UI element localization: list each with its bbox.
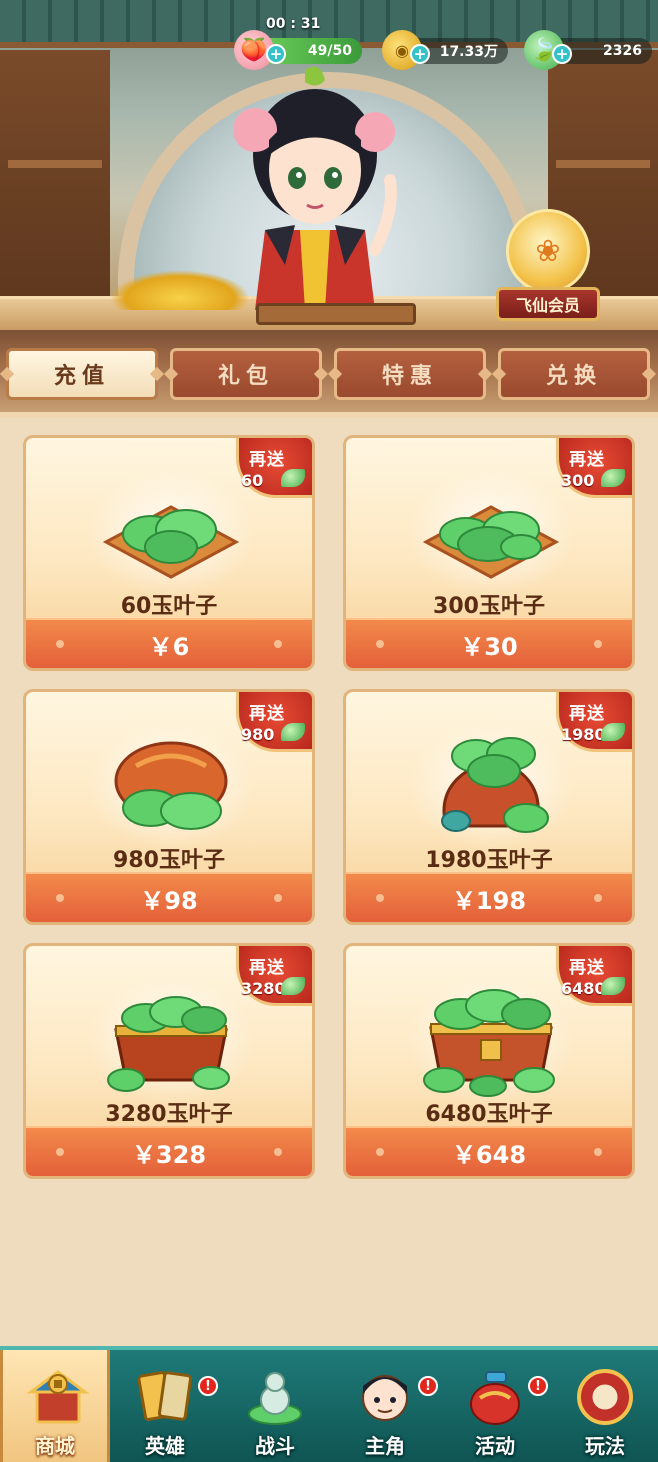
- bonus-badge: 再送 980: [236, 692, 312, 752]
- tab-special-offer[interactable]: 特惠: [334, 348, 486, 400]
- stamina-value: 49/50: [307, 43, 352, 59]
- vip-label: 飞仙会员: [496, 287, 600, 321]
- nav-item-heroes[interactable]: ! 英雄: [110, 1350, 220, 1462]
- price-button[interactable]: ￥648: [346, 1126, 632, 1176]
- notification-badge: !: [528, 1376, 548, 1396]
- leaf-bag-icon: [114, 741, 228, 830]
- shop-hero-scene: 00 : 31 49/50 🍑 + 17.33万 ◉ + 2326 🍃 + ❀ …: [0, 0, 658, 330]
- tab-gift-pack[interactable]: 礼包: [170, 348, 322, 400]
- leaf-sack-icon: [441, 737, 549, 833]
- add-coins-button[interactable]: +: [410, 44, 430, 64]
- nav-label: 活动: [475, 1434, 515, 1458]
- leaf-chest-large-icon: [423, 989, 555, 1097]
- product-name: 980玉叶子: [113, 848, 225, 873]
- jade-leaf-icon: [601, 469, 625, 487]
- price-button[interactable]: ￥328: [26, 1126, 312, 1176]
- tab-recharge[interactable]: 充值: [6, 348, 158, 400]
- product-name: 1980玉叶子: [425, 848, 553, 873]
- jade-leaf-icon: [281, 469, 305, 487]
- product-card[interactable]: 再送 6480 6480玉叶子 ￥648: [343, 943, 635, 1179]
- product-name: 6480玉叶子: [425, 1102, 553, 1127]
- nav-item-shop[interactable]: 商城: [0, 1350, 110, 1462]
- shopkeeper-character: [233, 66, 397, 310]
- add-jade-leaf-button[interactable]: +: [552, 44, 572, 64]
- nav-item-battle[interactable]: 战斗: [220, 1350, 330, 1462]
- product-name: 60玉叶子: [120, 594, 218, 619]
- jade-leaf-icon: [601, 977, 625, 995]
- product-card[interactable]: 再送 980 980玉叶子 ￥98: [23, 689, 315, 925]
- hero-cards-icon: [137, 1371, 193, 1421]
- bonus-badge: 再送 1980: [556, 692, 632, 752]
- nav-item-gameplay[interactable]: 玩法: [550, 1350, 658, 1462]
- product-card[interactable]: 再送 300 300玉叶子 ￥30: [343, 435, 635, 671]
- notification-badge: !: [198, 1376, 218, 1396]
- shop-tab-bar: 充值 礼包 特惠 兑换: [0, 330, 658, 418]
- product-name: 300玉叶子: [433, 594, 545, 619]
- jade-leaf-icon: [281, 723, 305, 741]
- product-name: 3280玉叶子: [105, 1102, 233, 1127]
- protagonist-icon: [362, 1375, 408, 1421]
- event-jar-icon: [470, 1371, 520, 1425]
- bonus-badge: 再送 300: [556, 438, 632, 498]
- bottom-navigation: 商城 ! 英雄 战斗 ! 主角 ! 活动 玩法: [0, 1346, 658, 1462]
- nav-item-events[interactable]: ! 活动: [440, 1350, 550, 1462]
- add-stamina-button[interactable]: +: [266, 44, 286, 64]
- notification-badge: !: [418, 1376, 438, 1396]
- leaf-plate-icon: [422, 505, 560, 579]
- bonus-badge: 再送 60: [236, 438, 312, 498]
- drum-icon: [577, 1369, 633, 1425]
- tab-exchange[interactable]: 兑换: [498, 348, 650, 400]
- nav-label: 英雄: [145, 1434, 185, 1458]
- bonus-badge: 再送 6480: [556, 946, 632, 1006]
- jade-leaf-icon: [601, 723, 625, 741]
- leaf-plate-icon: [102, 505, 240, 579]
- left-shelf: [0, 50, 110, 320]
- vip-membership-button[interactable]: ❀ 飞仙会员: [492, 205, 604, 323]
- price-button[interactable]: ￥98: [26, 872, 312, 922]
- coin-value: 17.33万: [439, 44, 498, 60]
- nav-label: 战斗: [255, 1434, 295, 1458]
- nav-item-protagonist[interactable]: ! 主角: [330, 1350, 440, 1462]
- product-card[interactable]: 再送 3280 3280玉叶子 ￥328: [23, 943, 315, 1179]
- jade-leaf-icon: [281, 977, 305, 995]
- nav-label: 玩法: [585, 1434, 625, 1458]
- stamina-timer: 00 : 31: [266, 16, 321, 32]
- abacus-tray: [256, 303, 416, 325]
- vip-emblem-icon: ❀: [506, 209, 590, 293]
- nav-label: 商城: [35, 1434, 75, 1458]
- price-button[interactable]: ￥30: [346, 618, 632, 668]
- jade-leaf-value: 2326: [603, 43, 642, 59]
- shop-icon: [26, 1370, 90, 1424]
- leaf-chest-icon: [107, 996, 230, 1092]
- product-card[interactable]: 再送 1980 1980玉叶子 ￥198: [343, 689, 635, 925]
- gold-ingot-pile: [110, 270, 250, 310]
- product-card[interactable]: 再送 60 60玉叶子 ￥6: [23, 435, 315, 671]
- price-button[interactable]: ￥6: [26, 618, 312, 668]
- price-button[interactable]: ￥198: [346, 872, 632, 922]
- bonus-badge: 再送 3280: [236, 946, 312, 1006]
- battle-gourd-icon: [248, 1372, 302, 1425]
- nav-label: 主角: [365, 1434, 405, 1458]
